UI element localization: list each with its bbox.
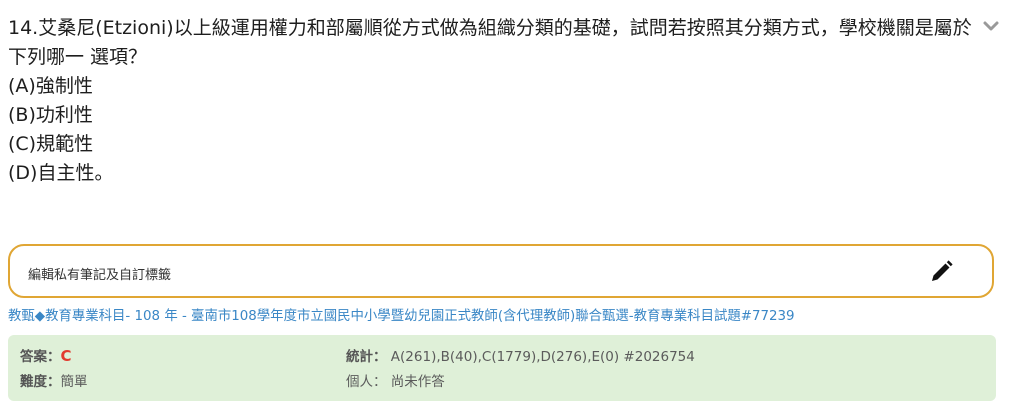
statistics-row: 統計： A(261),B(40),C(1779),D(276),E(0) #20… [346, 345, 695, 365]
difficulty-row: 難度：簡單 [20, 370, 88, 390]
answer-row: 答案：C [20, 345, 72, 365]
personal-label: 個人： [346, 374, 387, 390]
exam-source-link[interactable]: 教甄◆教育專業科目- 108 年 - 臺南市108學年度市立國民中小學暨幼兒園正… [8, 304, 1024, 324]
answer-stats-panel: 答案：C 難度：簡單 統計： A(261),B(40),C(1779),D(27… [8, 335, 996, 401]
option-d: (D)自主性。 [8, 162, 114, 184]
note-label: 編輯私有筆記及自訂標籤 [28, 268, 172, 283]
answer-value: C [60, 347, 72, 365]
question-stem: 14.艾桑尼(Etzioni)以上級運用權力和部屬順從方式做為組織分類的基礎，試… [8, 17, 972, 68]
option-a: (A)強制性 [8, 75, 93, 97]
private-note-editor[interactable]: 編輯私有筆記及自訂標籤 [8, 244, 994, 298]
chevron-down-icon[interactable] [982, 18, 1000, 36]
difficulty-value: 簡單 [60, 374, 88, 390]
personal-row: 個人： 尚未作答 [346, 370, 445, 390]
statistics-label: 統計： [346, 349, 387, 365]
statistics-value: A(261),B(40),C(1779),D(276),E(0) #202675… [390, 349, 695, 365]
option-b: (B)功利性 [8, 104, 93, 126]
answer-label: 答案： [20, 349, 61, 365]
pencil-icon[interactable] [928, 259, 954, 285]
option-c: (C)規範性 [8, 133, 94, 155]
difficulty-label: 難度： [20, 374, 61, 390]
question-block: 14.艾桑尼(Etzioni)以上級運用權力和部屬順從方式做為組織分類的基礎，試… [8, 14, 973, 188]
personal-value: 尚未作答 [390, 374, 445, 390]
